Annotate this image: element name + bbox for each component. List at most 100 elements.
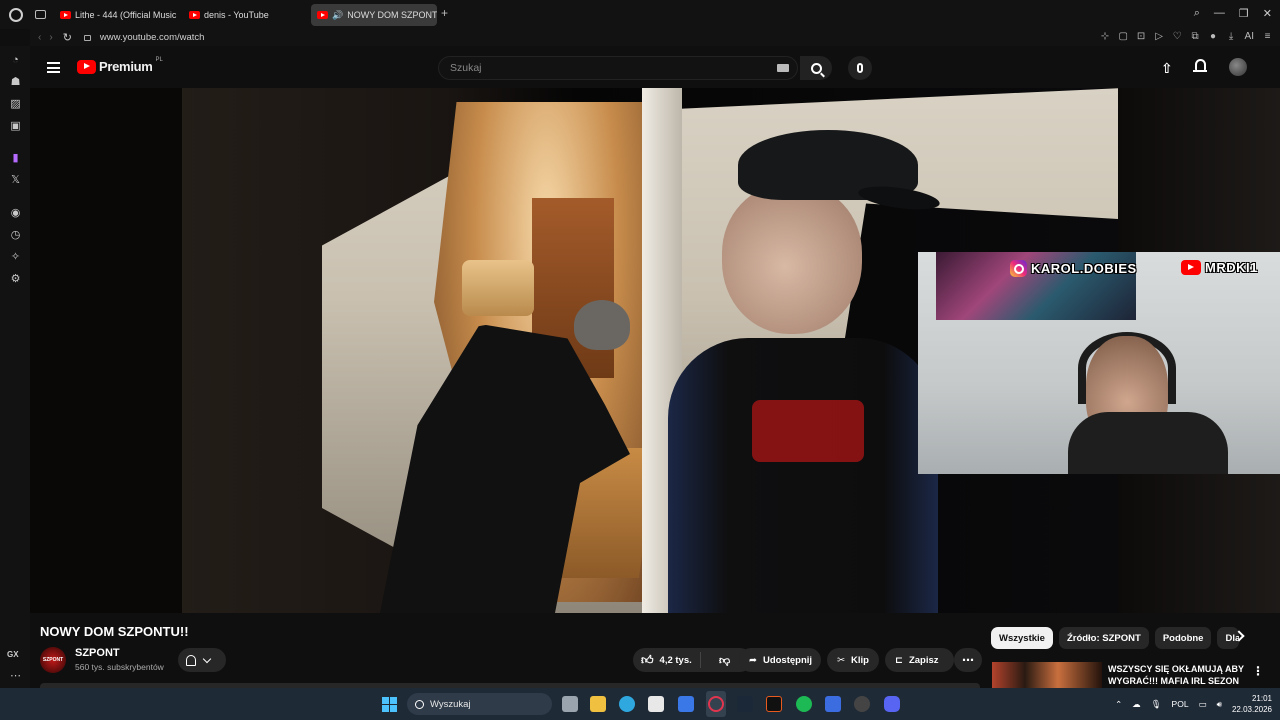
chip-source[interactable]: Źródło: SZPONT: [1058, 627, 1149, 649]
youtube-handle: MRDKI1: [1205, 260, 1258, 275]
volume-icon[interactable]: 🔊︎: [1217, 699, 1222, 710]
youtube-favicon-icon: [60, 10, 71, 19]
address-bar-row: ‹ › ↻ www.youtube.com/watch ⊹ ▢ ⊡ ▷ ♡ ⧉ …: [30, 29, 1280, 46]
thumbs-down-icon: 👎︎: [719, 654, 731, 667]
mail-icon[interactable]: [678, 696, 694, 712]
taskbar-search-label: Wyszukaj: [430, 698, 471, 710]
more-vertical-icon[interactable]: ⋮: [1252, 664, 1264, 678]
forward-icon[interactable]: ›: [49, 32, 52, 43]
new-tab-button[interactable]: +: [441, 6, 448, 20]
tab-manager-icon[interactable]: [35, 10, 46, 19]
windows-start-icon[interactable]: [382, 697, 397, 712]
opera-gx-logo-icon[interactable]: [9, 7, 23, 22]
launcher-icon[interactable]: [825, 696, 841, 712]
search-input[interactable]: Szukaj: [438, 56, 798, 80]
chip-all[interactable]: Wszystkie: [991, 627, 1053, 649]
lock-icon[interactable]: [83, 34, 91, 41]
history-icon[interactable]: ◷: [9, 229, 22, 242]
recommended-video-title[interactable]: WSZYSCY SIĘ OKŁAMUJĄ ABY WYGRAĆ!!! MAFIA…: [1108, 663, 1248, 688]
dislike-button[interactable]: 👎︎: [707, 654, 730, 667]
microphone-icon: [857, 63, 863, 73]
account-avatar[interactable]: [1229, 58, 1247, 76]
taskbar-search[interactable]: Wyszukaj: [407, 693, 552, 715]
tab-lithe[interactable]: Lithe - 444 (Official Music: [54, 4, 178, 26]
url-field[interactable]: www.youtube.com/watch: [100, 32, 205, 43]
download-icon[interactable]: ⤓: [1227, 31, 1236, 42]
back-icon[interactable]: ‹: [38, 32, 41, 43]
gx-corner-icon[interactable]: ☗: [9, 76, 22, 89]
voice-search-button[interactable]: [848, 56, 872, 80]
ai-label[interactable]: AI: [1245, 31, 1254, 42]
keyboard-icon[interactable]: [777, 64, 789, 72]
edge-icon[interactable]: [619, 696, 635, 712]
discord-icon[interactable]: [884, 696, 900, 712]
shield-icon[interactable]: ⊡: [1137, 31, 1146, 42]
more-actions-button[interactable]: ⋯: [954, 648, 982, 672]
upload-icon[interactable]: ⇧: [1161, 60, 1173, 77]
settings-icon[interactable]: ⚙: [9, 273, 22, 286]
subscription-bell-button[interactable]: [178, 648, 226, 672]
cleaner-icon[interactable]: ▨: [9, 98, 22, 111]
clock[interactable]: 21:01 22.03.2026: [1232, 693, 1272, 715]
youtube-logo[interactable]: Premium PL: [77, 57, 163, 74]
notifications-icon[interactable]: [1193, 59, 1207, 74]
extensions-sidebar-icon[interactable]: ✧: [9, 251, 22, 264]
browser-sidebar: ◔ ☗ ▨ ▣ ▮ 𝕏 ◉ ◷ ✧ ⚙ GX ⋯: [0, 46, 30, 688]
speaker-icon[interactable]: 🔊: [332, 10, 343, 21]
share-icon: ➦: [749, 654, 757, 666]
browser-tab-bar: Lithe - 444 (Official Music denis - YouT…: [0, 0, 1280, 29]
heart-icon[interactable]: ♡: [1173, 31, 1182, 42]
browser-toolbar: ⊹ ▢ ⊡ ▷ ♡ ⧉ ● ⤓ AI ≡: [1101, 31, 1272, 42]
youtube-brand: Premium: [99, 59, 153, 74]
microphone-tray-icon[interactable]: 🎙︎: [1151, 699, 1162, 710]
streamer-body-image: [1068, 412, 1228, 474]
share-label: Udostępnij: [762, 654, 813, 666]
search-tabs-icon[interactable]: ⌕: [1194, 7, 1200, 20]
player-icon[interactable]: ▷: [1155, 31, 1164, 42]
clip-button[interactable]: ✂ Klip: [827, 648, 879, 672]
chevron-down-icon: [202, 654, 212, 663]
store-icon[interactable]: [648, 696, 664, 712]
player-sidebar-icon[interactable]: ◉: [9, 207, 22, 220]
search-button[interactable]: [800, 56, 832, 80]
more-sidebar-icon[interactable]: ⋯: [9, 670, 22, 683]
chip-related[interactable]: Podobne: [1154, 627, 1212, 649]
youtube-handle-badge: MRDKI1: [1181, 260, 1258, 275]
recommended-video-thumbnail[interactable]: [992, 662, 1102, 688]
extensions-icon[interactable]: ⧉: [1191, 31, 1200, 42]
network-icon[interactable]: ▭: [1199, 699, 1207, 710]
obs-icon[interactable]: [854, 696, 870, 712]
x-twitter-icon[interactable]: 𝕏: [9, 174, 22, 187]
language-indicator[interactable]: POL: [1172, 699, 1189, 709]
share-button[interactable]: ➦ Udostępnij: [739, 648, 821, 672]
steam-icon[interactable]: [737, 696, 753, 712]
like-button[interactable]: 👍︎ 4,2 tys.: [633, 652, 701, 668]
file-explorer-icon[interactable]: [590, 696, 606, 712]
profile-icon[interactable]: ●: [1209, 31, 1218, 42]
video-player[interactable]: KAROL.DOBIES MRDKI1: [30, 88, 1280, 613]
messenger-icon[interactable]: ▣: [9, 120, 22, 133]
reload-icon[interactable]: ↻: [63, 31, 72, 44]
channel-avatar[interactable]: SZPONT: [40, 647, 66, 673]
obs-app-icon[interactable]: [766, 696, 782, 712]
rolled-mat-image: [462, 260, 534, 316]
cloud-icon[interactable]: ☁: [1132, 699, 1141, 710]
tab-denis[interactable]: denis - YouTube: [183, 4, 307, 26]
spotify-icon[interactable]: [796, 696, 812, 712]
gx-control-icon[interactable]: ◔: [9, 54, 22, 67]
minimize-icon[interactable]: —: [1214, 7, 1225, 20]
channel-name[interactable]: SZPONT: [75, 647, 120, 659]
menu-icon[interactable]: ≡: [1263, 31, 1272, 42]
gx-label[interactable]: GX: [7, 650, 19, 659]
twitch-icon[interactable]: ▮: [9, 152, 22, 165]
close-icon[interactable]: ✕: [1263, 7, 1272, 20]
maximize-icon[interactable]: ❐: [1239, 7, 1249, 20]
menu-icon[interactable]: [47, 62, 60, 73]
pin-icon[interactable]: ⊹: [1101, 31, 1110, 42]
save-button[interactable]: ⊏ Zapisz: [885, 648, 954, 672]
opera-gx-icon[interactable]: [708, 696, 724, 712]
tab-active-nowy-dom[interactable]: 🔊 NOWY DOM SZPONTU: [311, 4, 437, 26]
snapshot-icon[interactable]: ▢: [1119, 31, 1128, 42]
task-view-icon[interactable]: [562, 696, 578, 712]
chevron-up-icon[interactable]: ⌃: [1115, 699, 1122, 710]
